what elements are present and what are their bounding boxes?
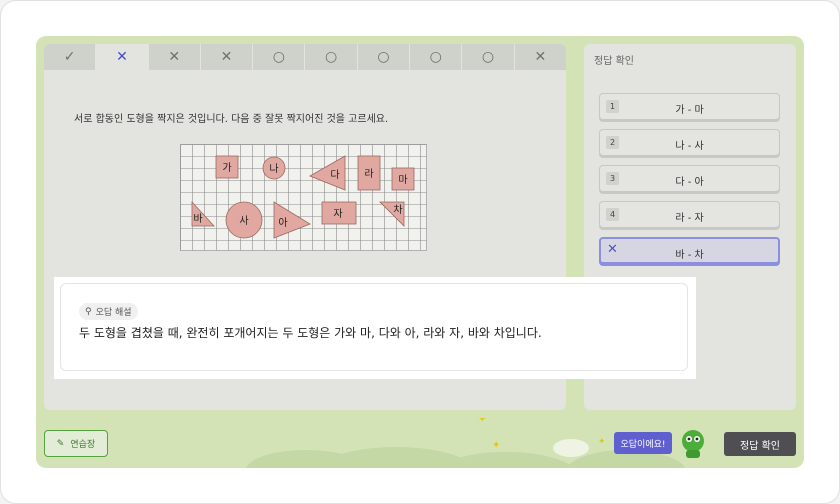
notepad-label: 연습장 [70, 440, 96, 450]
explanation-text: 두 도형을 겹쳤을 때, 완전히 포개어지는 두 도형은 가와 마, 다와 아,… [79, 326, 542, 340]
answer-panel-title: 정답 확인 [594, 56, 634, 67]
label-ja: 자 [333, 208, 342, 220]
tab-question-3[interactable]: ✕ [149, 44, 201, 70]
answer-option-2[interactable]: 2 나 - 사 [599, 129, 780, 156]
answer-option-3[interactable]: 3 다 - 아 [599, 165, 780, 192]
tab-question-9[interactable]: ○ [462, 44, 515, 70]
label-sa: 사 [239, 215, 248, 227]
option-label: 가 - 마 [675, 105, 704, 116]
tab-question-7[interactable]: ○ [358, 44, 411, 70]
tab-question-1[interactable]: ✓ [44, 44, 97, 70]
pencil-icon: ✎ [56, 438, 65, 449]
label-ma: 마 [398, 174, 407, 186]
label-ga: 가 [222, 162, 231, 174]
label-ra: 라 [364, 168, 373, 180]
svg-text:✦: ✦ [492, 440, 500, 451]
question-tabs: ✓ ✕ ✕ ✕ ○ ○ ○ ○ ○ ✕ [44, 44, 566, 70]
svg-text:✦: ✦ [478, 418, 486, 425]
bottom-bar: ✦ ✦ ✦ ✎ 연습장 오답이에요! 정답 확인 [36, 418, 804, 468]
quiz-app: ✓ ✕ ✕ ✕ ○ ○ ○ ○ ○ ✕ 서로 합동인 도형을 짝지은 것입니다.… [36, 36, 804, 468]
option-label: 라 - 자 [675, 213, 704, 224]
answer-option-1[interactable]: 1 가 - 마 [599, 93, 780, 120]
explanation-card: ⚲ 오답 해설 두 도형을 겹쳤을 때, 완전히 포개어지는 두 도형은 가와 … [60, 283, 688, 371]
tab-question-10[interactable]: ✕ [515, 44, 566, 70]
label-a: 아 [278, 217, 287, 229]
label-ba: 바 [193, 213, 202, 225]
svg-text:✦: ✦ [598, 437, 606, 447]
tab-question-8[interactable]: ○ [410, 44, 463, 70]
answer-option-4[interactable]: 4 라 - 자 [599, 201, 780, 228]
shapes-grid: 가 나 다 라 마 바 사 아 자 차 [180, 144, 427, 251]
notepad-button[interactable]: ✎ 연습장 [44, 430, 108, 457]
explanation-popup: ⚲ 오답 해설 두 도형을 겹쳤을 때, 완전히 포개어지는 두 도형은 가와 … [54, 277, 696, 379]
option-label: 나 - 사 [675, 141, 704, 152]
explanation-chip: ⚲ 오답 해설 [79, 303, 138, 320]
option-label: 다 - 아 [675, 177, 704, 188]
answer-option-5[interactable]: ✕ 바 - 차 [599, 237, 780, 264]
tab-question-5[interactable]: ○ [253, 44, 306, 70]
mascot-icon [682, 430, 704, 458]
label-cha: 차 [393, 204, 402, 216]
option-label: 바 - 차 [675, 250, 704, 261]
tab-question-6[interactable]: ○ [305, 44, 358, 70]
question-text: 서로 합동인 도형을 짝지은 것입니다. 다음 중 잘못 짝지어진 것을 고르세… [74, 114, 389, 125]
explanation-chip-label: 오답 해설 [95, 308, 132, 318]
wrong-answer-badge: 오답이에요! [614, 432, 672, 454]
tab-question-4[interactable]: ✕ [201, 44, 254, 70]
check-answer-button[interactable]: 정답 확인 [724, 432, 796, 456]
label-da: 다 [330, 169, 339, 181]
label-na: 나 [269, 163, 278, 175]
key-icon: ⚲ [85, 306, 92, 317]
tab-question-2[interactable]: ✕ [96, 44, 149, 70]
